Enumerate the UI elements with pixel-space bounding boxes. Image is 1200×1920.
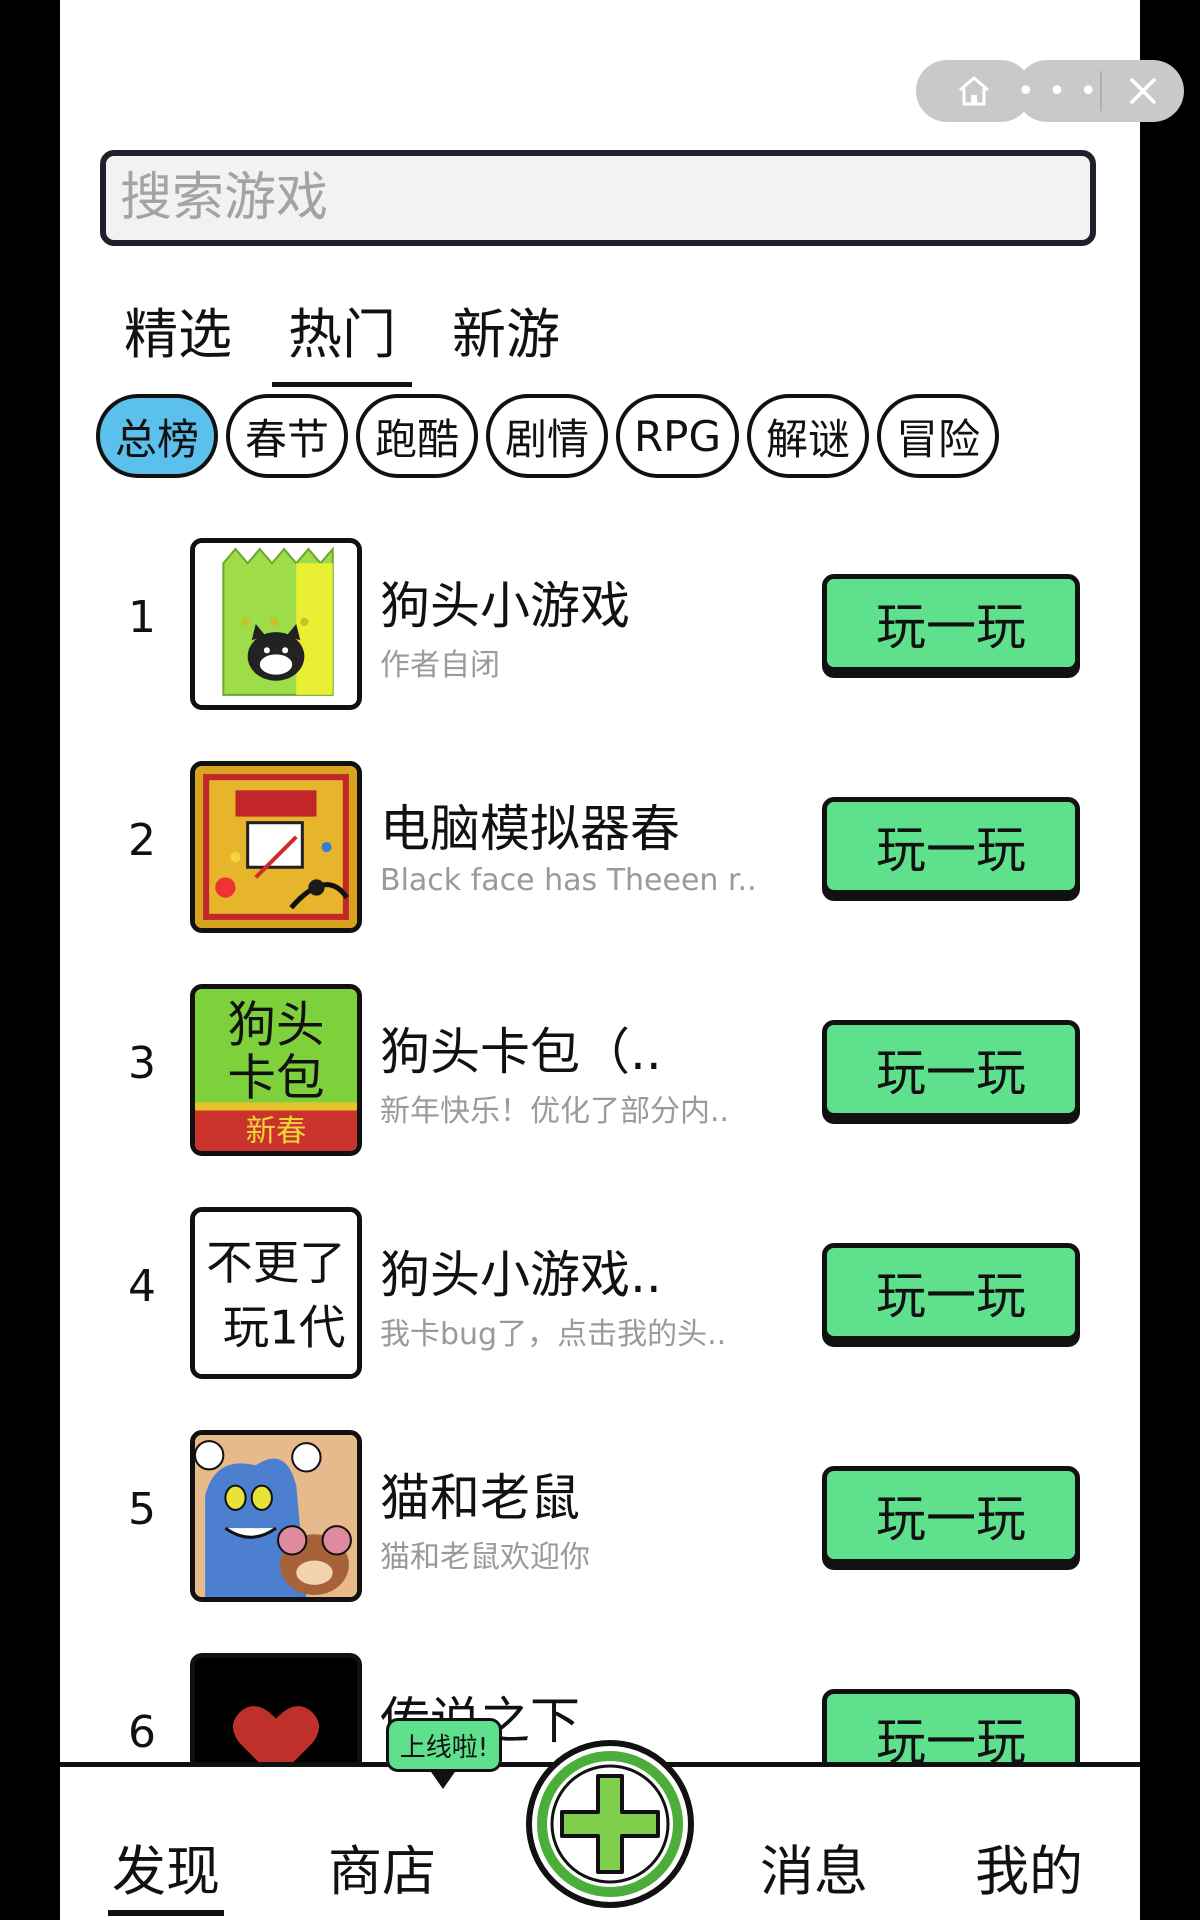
game-thumbnail[interactable] <box>190 761 362 933</box>
chip-rpg[interactable]: RPG <box>616 394 740 478</box>
game-thumbnail[interactable] <box>190 1430 362 1602</box>
game-description: 猫和老鼠欢迎你 <box>380 1540 590 1575</box>
game-title: 狗头小游戏 <box>380 577 630 635</box>
more-icon[interactable]: • • • <box>1016 60 1100 122</box>
rank-number: 6 <box>128 1707 156 1758</box>
game-description: Black face has Theeen r.. <box>380 863 757 898</box>
page: 精选 热门 新游 总榜 春节 跑酷 剧情 RPG 解谜 冒险 1 <box>60 0 1140 1920</box>
create-button-circle[interactable] <box>526 1740 694 1908</box>
thumbnail-mid-text: 卡包 <box>227 1050 324 1106</box>
nav-discover[interactable]: 发现 <box>108 1827 224 1916</box>
play-button[interactable]: 玩一玩 <box>822 1243 1080 1341</box>
chip-parkour[interactable]: 跑酷 <box>356 394 478 478</box>
search-box[interactable] <box>100 150 1096 246</box>
game-thumbnail[interactable]: 不更了 玩1代 <box>190 1207 362 1379</box>
list-item[interactable]: 1 狗头小游戏 作者自闭 玩一玩 <box>60 536 1140 712</box>
tab-featured[interactable]: 精选 <box>122 290 234 369</box>
play-button[interactable]: 玩一玩 <box>822 1466 1080 1564</box>
tab-bar: 精选 热门 新游 <box>122 290 562 387</box>
game-title: 狗头卡包（.. <box>380 1023 662 1081</box>
game-description: 作者自闭 <box>380 648 500 683</box>
tom-and-jerry-icon <box>195 1435 357 1597</box>
tab-new[interactable]: 新游 <box>450 290 562 369</box>
thumbnail-bottom-text: 新春 <box>246 1114 307 1149</box>
play-button[interactable]: 玩一玩 <box>822 574 1080 672</box>
list-item[interactable]: 5 猫和老鼠 猫和老鼠欢迎你 玩一玩 <box>60 1428 1140 1604</box>
play-button[interactable]: 玩一玩 <box>822 797 1080 895</box>
category-chips: 总榜 春节 跑酷 剧情 RPG 解谜 冒险 <box>96 394 1000 478</box>
thumbnail-line2-text: 玩1代 <box>223 1301 346 1355</box>
rank-number: 4 <box>128 1261 156 1312</box>
list-item[interactable]: 3 狗头 卡包 新春 狗头卡包（.. 新年快乐！优化了部分内.. 玩一玩 <box>60 982 1140 1158</box>
game-title: 狗头小游戏.. <box>380 1246 662 1304</box>
game-description: 我卡bug了，点击我的头.. <box>380 1317 727 1352</box>
rank-number: 5 <box>128 1484 156 1535</box>
play-button[interactable]: 玩一玩 <box>822 1020 1080 1118</box>
tab-hot[interactable]: 热门 <box>272 290 412 387</box>
computer-simulator-icon <box>195 766 357 928</box>
game-thumbnail[interactable] <box>190 538 362 710</box>
chip-story[interactable]: 剧情 <box>486 394 608 478</box>
nav-shop[interactable]: 商店 <box>328 1827 436 1906</box>
create-button[interactable] <box>510 1728 710 1908</box>
chip-spring-festival[interactable]: 春节 <box>226 394 348 478</box>
thumbnail-line1-text: 不更了 <box>206 1236 346 1290</box>
dog-card-pack-icon: 狗头 卡包 新春 <box>195 989 357 1151</box>
nav-mine[interactable]: 我的 <box>975 1827 1083 1906</box>
chip-puzzle[interactable]: 解谜 <box>747 394 870 478</box>
plus-icon <box>537 1751 683 1897</box>
list-item[interactable]: 4 不更了 玩1代 狗头小游戏.. 我卡bug了，点击我的头.. 玩一玩 <box>60 1205 1140 1381</box>
game-title: 电脑模拟器春 <box>380 800 680 858</box>
game-title: 猫和老鼠 <box>380 1469 580 1527</box>
rank-number: 2 <box>128 815 156 866</box>
chip-adventure[interactable]: 冒险 <box>877 394 1000 478</box>
shop-new-badge: 上线啦! <box>386 1718 502 1789</box>
close-button[interactable] <box>1102 60 1184 122</box>
game-thumbnail[interactable]: 狗头 卡包 新春 <box>190 984 362 1156</box>
home-icon <box>959 76 989 106</box>
list-item[interactable]: 2 电脑模拟器春 Black face has Theeen r.. 玩一玩 <box>60 759 1140 935</box>
rank-number: 1 <box>128 592 156 643</box>
close-icon <box>1130 78 1156 104</box>
capsule-menu: • • • <box>1016 60 1184 122</box>
handwritten-text-icon: 不更了 玩1代 <box>195 1212 357 1374</box>
search-input[interactable] <box>106 156 1090 240</box>
thumbnail-top-text: 狗头 <box>227 998 324 1054</box>
home-button[interactable] <box>916 60 1032 122</box>
rank-number: 3 <box>128 1038 156 1089</box>
dog-chips-bag-icon <box>195 543 357 705</box>
game-description: 新年快乐！优化了部分内.. <box>380 1094 730 1129</box>
chip-overall[interactable]: 总榜 <box>96 394 218 478</box>
nav-messages[interactable]: 消息 <box>760 1827 868 1906</box>
